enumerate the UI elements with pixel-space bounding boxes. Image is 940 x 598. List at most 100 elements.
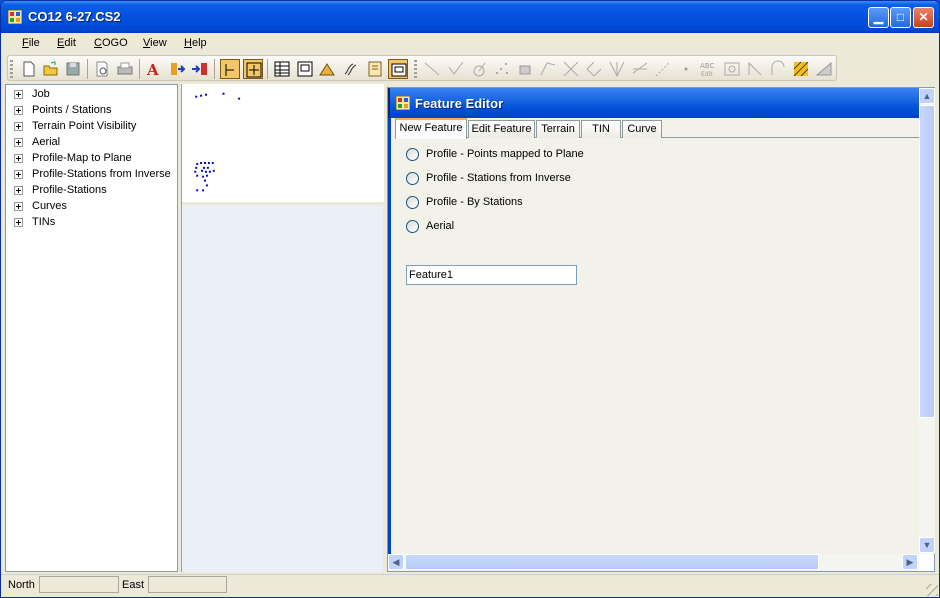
measure-icon[interactable] (653, 59, 673, 79)
image-icon[interactable] (722, 59, 742, 79)
minimize-button[interactable]: ▁ (868, 7, 889, 28)
maximize-button[interactable]: □ (890, 7, 911, 28)
block-icon[interactable] (515, 59, 535, 79)
perpendicular-icon[interactable] (584, 59, 604, 79)
traverse-icon[interactable] (745, 59, 765, 79)
area-icon[interactable] (768, 59, 788, 79)
hatch-icon[interactable] (791, 59, 811, 79)
grid-icon[interactable] (272, 59, 292, 79)
radio-button[interactable] (406, 172, 419, 185)
new-icon[interactable] (19, 59, 39, 79)
expand-icon[interactable] (14, 106, 23, 115)
angle-icon[interactable] (446, 59, 466, 79)
menu-edit-rest: dit (64, 37, 76, 49)
tab-curve[interactable]: Curve (622, 120, 662, 138)
menu-help[interactable]: Help (184, 37, 207, 49)
zoom-extents-icon[interactable] (243, 59, 263, 79)
feature-editor-icon[interactable] (388, 59, 408, 79)
close-button[interactable]: ✕ (913, 7, 934, 28)
abc-label: ABC (700, 62, 714, 70)
tab-terrain[interactable]: Terrain (536, 120, 580, 138)
toolbar-grip-2[interactable] (414, 60, 417, 78)
scroll-down-icon[interactable]: ▼ (919, 537, 935, 553)
radio-button[interactable] (406, 148, 419, 161)
line-icon[interactable] (422, 59, 442, 79)
menu-view-rest: iew (150, 37, 167, 49)
radio-button[interactable] (406, 220, 419, 233)
close-icon: ✕ (918, 10, 929, 24)
tree-item-label: Aerial (32, 136, 61, 148)
import-icon[interactable] (168, 59, 188, 79)
vertical-scrollbar[interactable]: ▲ ▼ (919, 88, 935, 554)
horizontal-scrollbar[interactable]: ◀ ▶ (388, 554, 919, 571)
toolbar-separator (214, 59, 215, 79)
circle-icon[interactable] (469, 59, 489, 79)
text-style-icon[interactable]: A (144, 59, 164, 79)
expand-icon[interactable] (14, 154, 23, 163)
tab-tin[interactable]: TIN (581, 120, 621, 138)
slope-icon[interactable] (814, 59, 834, 79)
terrain-icon[interactable] (318, 59, 338, 79)
select-icon[interactable] (220, 59, 240, 79)
menu-help-rest: elp (191, 37, 207, 49)
menu-file[interactable]: File (22, 37, 40, 49)
expand-icon[interactable] (14, 186, 23, 195)
north-value (39, 576, 119, 593)
main-toolbar: A ABC Edit (7, 55, 837, 81)
feature-name-input[interactable] (406, 265, 577, 285)
expand-icon[interactable] (14, 218, 23, 227)
radio-label: Aerial (426, 220, 455, 232)
open-icon[interactable] (41, 59, 61, 79)
menu-file-mnemonic: F (22, 37, 29, 49)
scroll-right-icon[interactable]: ▶ (902, 554, 918, 570)
svg-text:A: A (146, 61, 159, 79)
print-icon[interactable] (115, 59, 135, 79)
save-icon[interactable] (63, 59, 83, 79)
app-icon (8, 10, 22, 24)
east-label: East (122, 579, 145, 591)
map-preview-canvas[interactable] (182, 84, 384, 205)
intersect-icon[interactable] (561, 59, 581, 79)
dot-icon[interactable] (676, 59, 696, 79)
scroll-left-icon[interactable]: ◀ (388, 554, 404, 570)
edit-label: Edit (701, 71, 713, 78)
expand-icon[interactable] (14, 90, 23, 99)
bisect-icon[interactable] (607, 59, 627, 79)
tab-new-feature[interactable]: New Feature (395, 118, 467, 139)
toolbar-separator (139, 59, 140, 79)
minimize-icon: ▁ (873, 10, 884, 24)
tree-item-label: Terrain Point Visibility (32, 120, 137, 132)
scroll-up-icon[interactable]: ▲ (919, 88, 935, 104)
offset-icon[interactable] (630, 59, 650, 79)
menu-view[interactable]: View (143, 37, 167, 49)
feature-editor-title: Feature Editor (415, 96, 504, 111)
expand-icon[interactable] (14, 122, 23, 131)
map-preview-pane (181, 84, 384, 572)
vertical-scroll-thumb[interactable] (919, 105, 935, 418)
tab-edit-feature[interactable]: Edit Feature (468, 120, 535, 138)
menu-cogo-rest: OGO (101, 37, 128, 49)
feature-editor-panel: Feature Editor New Feature Edit Feature … (387, 87, 935, 572)
expand-icon[interactable] (14, 170, 23, 179)
polyline-icon[interactable] (538, 59, 558, 79)
expand-icon[interactable] (14, 138, 23, 147)
export-icon[interactable] (190, 59, 210, 79)
expand-icon[interactable] (14, 202, 23, 211)
resize-grip-icon[interactable] (926, 584, 938, 596)
tree-item-label: Points / Stations (32, 104, 112, 116)
title-bar[interactable]: CO12 6-27.CS2 ▁ □ ✕ (1, 1, 939, 33)
radio-button[interactable] (406, 196, 419, 209)
horizontal-scroll-thumb[interactable] (405, 554, 819, 570)
abc-edit-icon[interactable]: ABC Edit (699, 59, 719, 79)
menu-edit[interactable]: Edit (57, 37, 76, 49)
window-icon[interactable] (295, 59, 315, 79)
tree-item-label: Profile-Stations (32, 184, 107, 196)
toolbar-grip[interactable] (10, 60, 13, 78)
properties-icon[interactable] (365, 59, 385, 79)
print-preview-icon[interactable] (92, 59, 112, 79)
contour-icon[interactable] (341, 59, 361, 79)
radio-label: Profile - Points mapped to Plane (426, 148, 584, 160)
points-icon[interactable] (492, 59, 512, 79)
feature-editor-window-icon (396, 96, 410, 110)
menu-cogo[interactable]: COGO (94, 37, 128, 49)
